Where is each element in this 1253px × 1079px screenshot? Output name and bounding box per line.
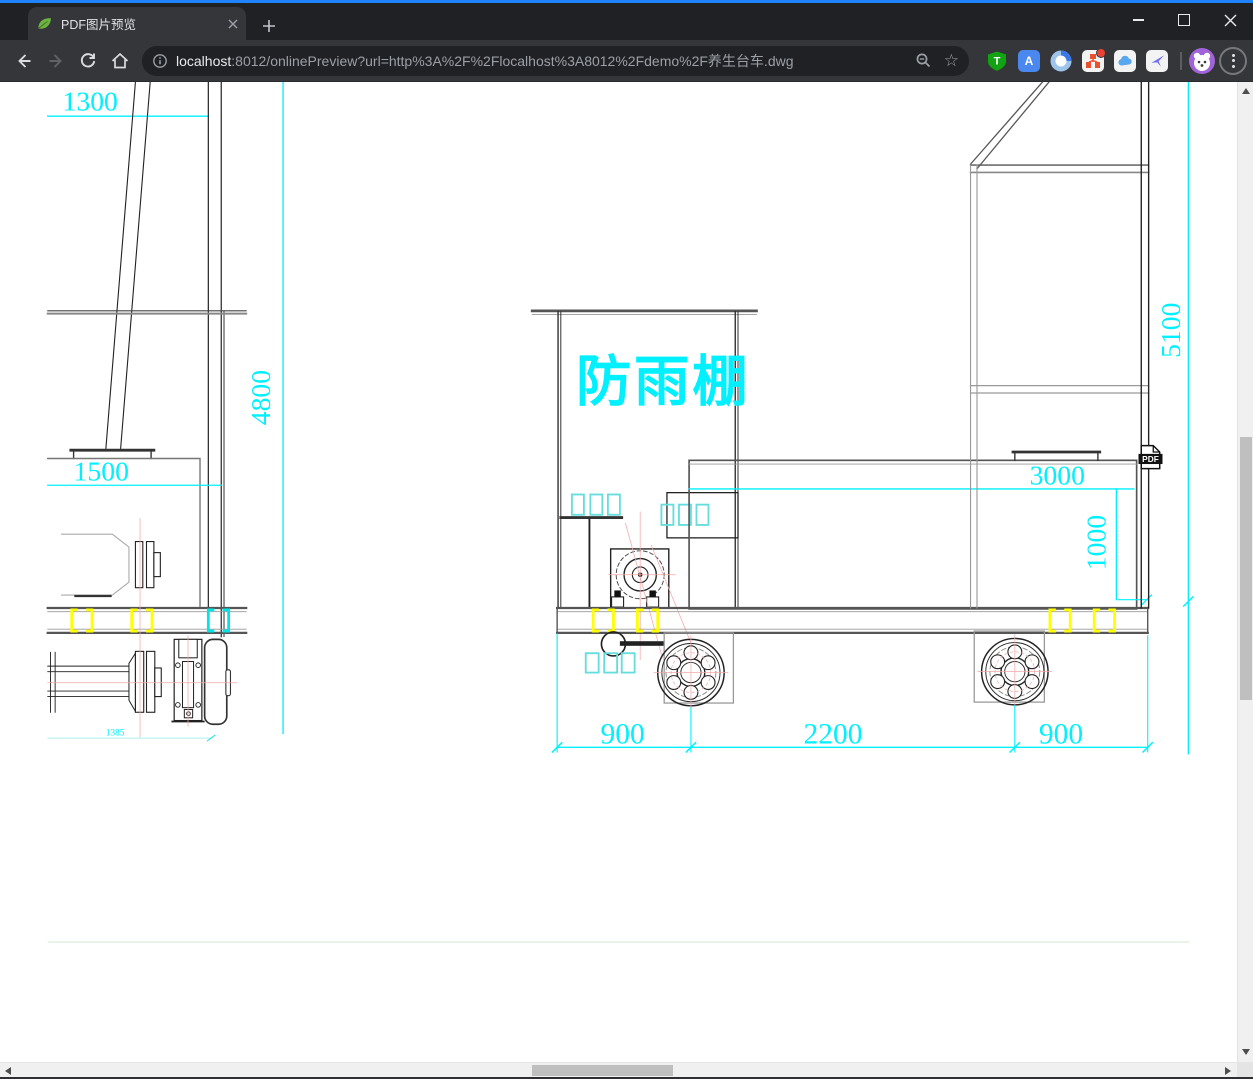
extension-tampermonkey[interactable]: T (983, 47, 1011, 75)
pdf-badge-label: PDF (1142, 454, 1159, 464)
url-host: localhost (176, 52, 232, 69)
reload-icon (80, 52, 96, 67)
address-bar[interactable]: localhost:8012/onlinePreview?url=http%3A… (142, 45, 969, 76)
preview-content: 1300 1500 4800 1385 防雨棚 3000 1000 900 22… (0, 82, 1253, 1079)
drive-motor (609, 548, 670, 609)
bookmark-star-icon[interactable]: ☆ (944, 51, 959, 71)
maximize-button[interactable] (1161, 3, 1207, 37)
forward-icon (49, 53, 62, 68)
tab-close-icon[interactable] (228, 19, 238, 29)
wheel-left (653, 635, 729, 710)
dim-2200: 2200 (804, 719, 863, 751)
tab-pdf-preview[interactable]: PDF图片预览 (28, 7, 246, 40)
browser-toolbar: localhost:8012/onlinePreview?url=http%3A… (0, 40, 1253, 82)
home-icon (111, 52, 129, 68)
dim-1300: 1300 (63, 86, 118, 117)
close-icon (1224, 14, 1236, 26)
wheel-right (977, 634, 1053, 709)
maximize-icon (1178, 14, 1190, 26)
ring-icon (1050, 50, 1072, 71)
close-button[interactable] (1207, 3, 1253, 37)
toolbar-separator (1180, 51, 1182, 70)
bird-icon (1146, 49, 1168, 72)
pdf-download-button[interactable]: PDF (1138, 444, 1163, 470)
forward-button[interactable] (40, 45, 72, 77)
right-frame-structure: 5100 (969, 82, 1194, 755)
dim-5100: 5100 (1155, 303, 1186, 358)
home-button[interactable] (104, 45, 136, 77)
scroll-down-arrow[interactable] (1242, 1049, 1250, 1055)
shelter-label: 防雨棚 (576, 350, 750, 414)
side-elevation-view: 防雨棚 3000 1000 900 2200 900 (530, 309, 1154, 753)
back-icon (18, 53, 31, 68)
reload-button[interactable] (72, 45, 104, 77)
scrollbar-corner (1237, 1062, 1253, 1077)
clamp-brackets-deck (591, 608, 1116, 633)
scroll-left-arrow[interactable] (5, 1067, 11, 1075)
dim-900-right: 900 (1039, 719, 1083, 751)
scroll-up-arrow[interactable] (1242, 88, 1250, 94)
tab-title: PDF图片预览 (61, 18, 137, 32)
tampermonkey-icon: T (988, 51, 1006, 71)
window-controls (1115, 3, 1253, 37)
horizontal-scrollbar[interactable] (0, 1062, 1237, 1077)
translate-icon: A (1018, 49, 1040, 72)
dim-4800: 4800 (245, 370, 276, 425)
scroll-right-arrow[interactable] (1225, 1067, 1231, 1075)
clamp-bracket-cyan (206, 608, 231, 633)
back-button[interactable] (8, 45, 40, 77)
dim-3000: 3000 (1030, 459, 1085, 490)
dim-1500: 1500 (74, 456, 129, 487)
horizontal-scrollbar-thumb[interactable] (532, 1065, 673, 1076)
cad-drawing-canvas[interactable]: 1300 1500 4800 1385 防雨棚 3000 1000 900 22… (0, 82, 1237, 1062)
cloud-icon (1114, 49, 1136, 72)
minimize-button[interactable] (1115, 3, 1161, 37)
browser-window: PDF图片预览 localhost:8012/onlinePreview?url… (0, 0, 1253, 1079)
extension-translate[interactable]: A (1015, 47, 1043, 75)
info-icon[interactable] (152, 53, 168, 69)
dim-1385: 1385 (106, 727, 125, 737)
dim-1000: 1000 (1080, 515, 1111, 570)
browser-menu-button[interactable] (1219, 46, 1247, 75)
notification-badge (1096, 47, 1106, 58)
new-tab-button[interactable] (256, 13, 282, 39)
dim-900-left: 900 (601, 719, 645, 751)
extension-ring[interactable] (1047, 47, 1075, 75)
extension-cloud[interactable] (1111, 47, 1139, 75)
profile-avatar[interactable] (1189, 47, 1215, 74)
minimize-icon (1132, 19, 1144, 21)
extension-helper[interactable] (1079, 47, 1107, 75)
zoom-icon[interactable] (915, 52, 932, 69)
cyan-panels-row1 (570, 493, 621, 516)
extension-bird[interactable] (1143, 47, 1171, 75)
left-end-view: 1300 1500 4800 1385 (46, 82, 284, 742)
url-text[interactable]: localhost:8012/onlinePreview?url=http%3A… (176, 51, 915, 71)
cyan-panels-row2 (660, 503, 710, 526)
vertical-scrollbar[interactable] (1237, 82, 1253, 1062)
url-path: :8012/onlinePreview?url=http%3A%2F%2Floc… (231, 52, 794, 69)
spring-leaf-favicon (36, 15, 53, 32)
kebab-menu-icon (1231, 53, 1235, 68)
tab-strip: PDF图片预览 (0, 3, 1253, 40)
vertical-scrollbar-thumb[interactable] (1240, 437, 1252, 700)
svg-text:T: T (994, 55, 1001, 67)
